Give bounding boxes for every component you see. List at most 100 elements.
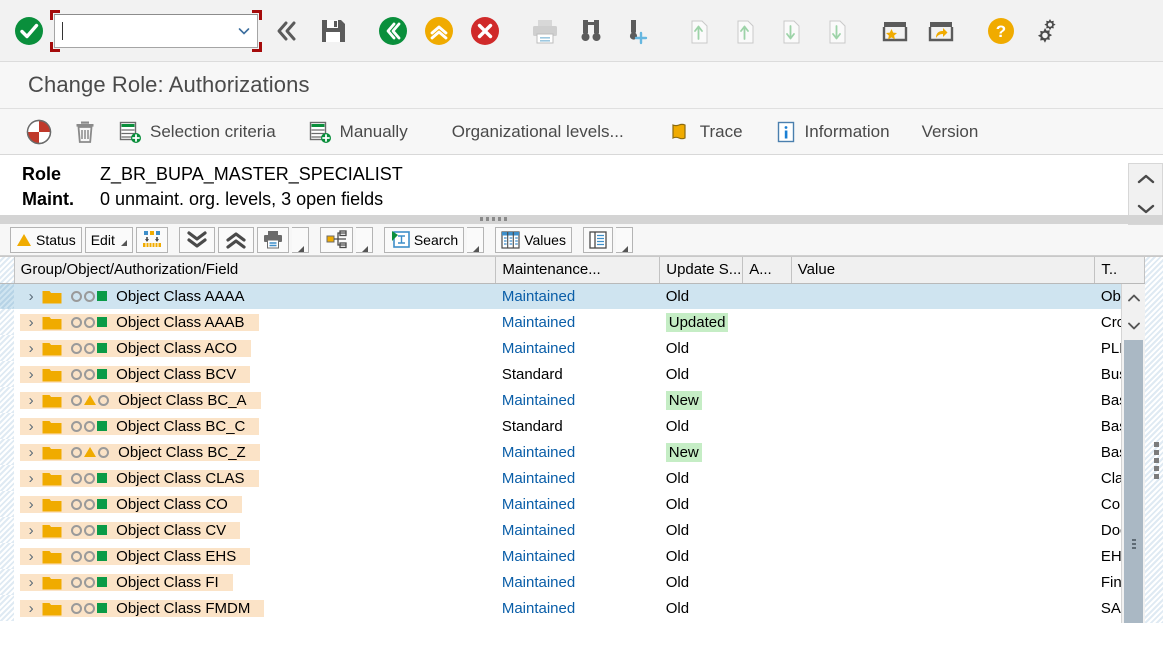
chevron-down-icon[interactable]: [237, 24, 251, 38]
row-update-cell[interactable]: Updated: [660, 309, 743, 335]
row-a-cell[interactable]: [743, 309, 792, 335]
column-header-value[interactable]: Value: [791, 257, 1096, 284]
row-maintenance-cell[interactable]: Maintained: [496, 595, 660, 621]
row-name-cell[interactable]: › Object Class AAAA: [14, 283, 496, 309]
row-update-cell[interactable]: Old: [660, 491, 743, 517]
expand-arrow-icon[interactable]: ›: [20, 314, 42, 331]
enter-ok-icon[interactable]: [6, 8, 52, 54]
row-maintenance-cell[interactable]: Maintained: [496, 335, 660, 361]
row-selector[interactable]: [0, 465, 15, 491]
column-header-name[interactable]: Group/Object/Authorization/Field: [14, 257, 497, 284]
first-page-icon[interactable]: [674, 8, 720, 54]
table-row[interactable]: › Object Class CV Maintained Old Doc: [0, 517, 1145, 543]
customize-local-layout-icon[interactable]: [1024, 8, 1070, 54]
expand-arrow-icon[interactable]: ›: [20, 470, 42, 487]
print-icon[interactable]: [522, 8, 568, 54]
row-selector[interactable]: [0, 517, 15, 543]
table-row[interactable]: › Object Class FI Maintained Old Fina: [0, 569, 1145, 595]
table-row[interactable]: › Object Class AAAB Maintained Updated Cros: [0, 309, 1145, 335]
row-name-cell[interactable]: › Object Class BC_Z: [14, 439, 496, 465]
table-row[interactable]: › Object Class BCV Standard Old Busi: [0, 361, 1145, 387]
expand-arrow-icon[interactable]: ›: [20, 444, 42, 461]
row-update-cell[interactable]: Old: [660, 335, 743, 361]
grid-scroll-up-button[interactable]: [1122, 284, 1145, 312]
row-a-cell[interactable]: [743, 413, 792, 439]
table-row[interactable]: › Object Class AAAA Maintained Old Obs: [0, 283, 1145, 309]
expand-arrow-icon[interactable]: ›: [20, 340, 42, 357]
layout-dropdown-button[interactable]: [615, 226, 633, 253]
column-header-text[interactable]: T..: [1094, 257, 1145, 284]
row-update-cell[interactable]: Old: [660, 569, 743, 595]
version-button[interactable]: Version: [912, 112, 989, 152]
row-value-cell[interactable]: [791, 309, 1095, 335]
row-a-cell[interactable]: [743, 517, 792, 543]
next-page-icon[interactable]: [766, 8, 812, 54]
row-a-cell[interactable]: [743, 595, 792, 621]
row-a-cell[interactable]: [743, 491, 792, 517]
row-selector[interactable]: [0, 595, 15, 621]
expand-all-button[interactable]: [178, 226, 215, 253]
print-button[interactable]: [256, 226, 289, 253]
row-name-cell[interactable]: › Object Class BC_C: [14, 413, 496, 439]
find-next-icon[interactable]: [614, 8, 660, 54]
row-name-cell[interactable]: › Object Class EHS: [14, 543, 496, 569]
row-a-cell[interactable]: [743, 387, 792, 413]
row-name-cell[interactable]: › Object Class CO: [14, 491, 496, 517]
expand-arrow-icon[interactable]: ›: [20, 522, 42, 539]
row-a-cell[interactable]: [743, 569, 792, 595]
row-maintenance-cell[interactable]: Maintained: [495, 283, 660, 309]
row-name-cell[interactable]: › Object Class ACO: [14, 335, 496, 361]
row-update-cell[interactable]: Old: [660, 543, 743, 569]
row-selector[interactable]: [0, 569, 15, 595]
row-update-cell[interactable]: Old: [660, 413, 743, 439]
copy-structure-button[interactable]: [319, 226, 353, 253]
table-row[interactable]: › Object Class FMDM Maintained Old SAP: [0, 595, 1145, 621]
create-shortcut-icon[interactable]: [872, 8, 918, 54]
edit-button[interactable]: Edit: [84, 226, 133, 253]
row-name-cell[interactable]: › Object Class BC_A: [14, 387, 496, 413]
previous-page-icon[interactable]: [720, 8, 766, 54]
row-update-cell[interactable]: Old: [660, 361, 743, 387]
expand-arrow-icon[interactable]: ›: [20, 496, 42, 513]
row-update-cell[interactable]: Old: [659, 283, 743, 309]
table-row[interactable]: › Object Class CLAS Maintained Old Clas: [0, 465, 1145, 491]
row-selector[interactable]: [0, 491, 15, 517]
row-update-cell[interactable]: Old: [660, 517, 743, 543]
row-maintenance-cell[interactable]: Maintained: [496, 439, 660, 465]
trace-button[interactable]: Trace: [658, 112, 753, 152]
row-maintenance-cell[interactable]: Maintained: [496, 309, 660, 335]
grid-scroll-down-button[interactable]: [1122, 312, 1145, 340]
table-row[interactable]: › Object Class CO Maintained Old Con: [0, 491, 1145, 517]
row-maintenance-cell[interactable]: Standard: [496, 361, 660, 387]
row-maintenance-cell[interactable]: Maintained: [496, 491, 660, 517]
print-dropdown-button[interactable]: [291, 226, 309, 253]
organizational-levels-button[interactable]: Organizational levels...: [442, 112, 634, 152]
row-maintenance-cell[interactable]: Maintained: [496, 517, 660, 543]
row-a-cell[interactable]: [743, 335, 792, 361]
save-icon[interactable]: [310, 8, 356, 54]
row-a-cell[interactable]: [742, 283, 792, 309]
row-update-cell[interactable]: New: [660, 439, 743, 465]
row-maintenance-cell[interactable]: Maintained: [496, 387, 660, 413]
expand-arrow-icon[interactable]: ›: [20, 600, 42, 617]
cancel-red-icon[interactable]: [462, 8, 508, 54]
search-dropdown-button[interactable]: [467, 226, 485, 253]
row-value-cell[interactable]: [791, 413, 1095, 439]
exit-yellow-icon[interactable]: [416, 8, 462, 54]
row-value-cell[interactable]: [791, 335, 1095, 361]
row-maintenance-cell[interactable]: Maintained: [496, 569, 660, 595]
search-button[interactable]: Search: [383, 226, 465, 253]
table-row[interactable]: › Object Class BC_Z Maintained New Basi: [0, 439, 1145, 465]
values-button[interactable]: Values: [495, 226, 572, 253]
dropdown-triangle-icon[interactable]: [120, 240, 127, 246]
row-selector[interactable]: [0, 439, 15, 465]
row-value-cell[interactable]: [791, 595, 1095, 621]
row-maintenance-cell[interactable]: Maintained: [496, 465, 660, 491]
row-selector[interactable]: [0, 413, 15, 439]
expand-arrow-icon[interactable]: ›: [20, 288, 42, 305]
expand-arrow-icon[interactable]: ›: [20, 392, 42, 409]
selection-criteria-button[interactable]: Selection criteria: [108, 112, 286, 152]
row-value-cell[interactable]: [791, 491, 1095, 517]
information-button[interactable]: Information: [765, 112, 900, 152]
expand-arrow-icon[interactable]: ›: [20, 366, 42, 383]
